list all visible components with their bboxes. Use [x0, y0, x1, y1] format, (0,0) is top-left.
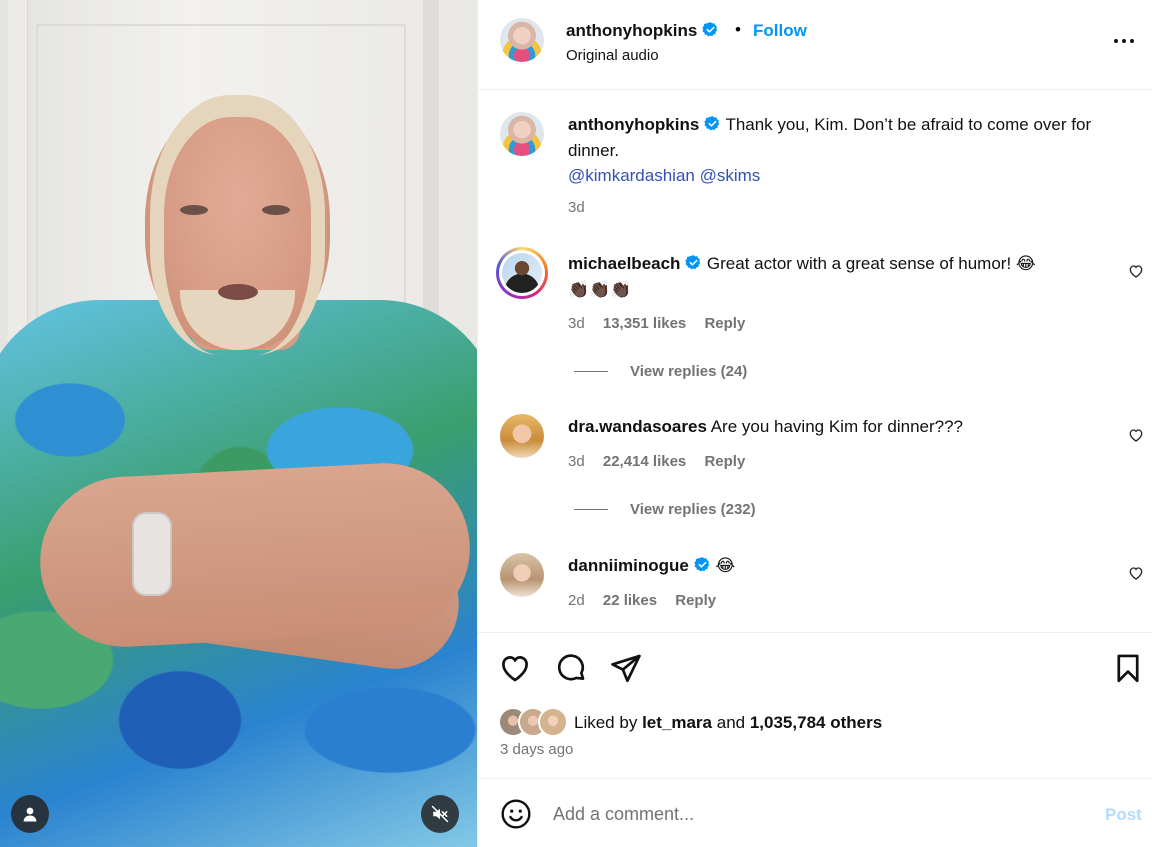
watch — [132, 512, 172, 596]
emoji-icon[interactable] — [500, 798, 532, 830]
comment-username[interactable]: danniiminogue — [568, 556, 689, 575]
comment-meta: 2d 22 likes Reply — [568, 592, 716, 609]
view-replies-label[interactable]: View replies (232) — [630, 501, 756, 518]
view-replies-button[interactable]: View replies (24) — [574, 363, 747, 380]
left-eye — [180, 205, 208, 215]
commenter-avatar[interactable] — [500, 414, 544, 458]
verified-badge-icon — [704, 116, 720, 131]
verified-badge-icon — [702, 22, 718, 37]
comment-time[interactable]: 3d — [568, 315, 585, 332]
share-paper-plane-icon[interactable] — [609, 651, 643, 685]
liked-by-others[interactable]: 1,035,784 others — [750, 713, 882, 732]
story-ring[interactable] — [496, 247, 548, 299]
reply-button[interactable]: Reply — [704, 453, 745, 470]
commenter-avatar[interactable] — [500, 553, 544, 597]
reply-button[interactable]: Reply — [675, 592, 716, 609]
comment: danniiminogue 😂 — [568, 553, 1108, 579]
comment: michaelbeach Great actor with a great se… — [568, 251, 1108, 303]
comment-meta: 3d 13,351 likes Reply — [568, 315, 745, 332]
caption-avatar[interactable] — [500, 112, 544, 156]
like-comment-heart-icon[interactable] — [1128, 565, 1144, 581]
like-heart-icon[interactable] — [498, 651, 532, 685]
comment-username[interactable]: dra.wandasoares — [568, 417, 707, 436]
comment-meta: 3d 22,414 likes Reply — [568, 453, 745, 470]
save-bookmark-icon[interactable] — [1111, 651, 1145, 685]
author-avatar[interactable] — [500, 18, 544, 62]
comment: dra.wandasoares Are you having Kim for d… — [568, 414, 1108, 440]
divider-line — [574, 509, 608, 510]
post-details-panel: anthonyhopkins • Follow Original audio a… — [477, 0, 1152, 847]
comment-bubble-icon[interactable] — [554, 651, 588, 685]
right-eye — [262, 205, 290, 215]
caption-time[interactable]: 3d — [568, 199, 585, 216]
view-replies-button[interactable]: View replies (232) — [574, 501, 756, 518]
speaker-muted-icon — [431, 805, 449, 823]
tagged-users-button[interactable] — [11, 795, 49, 833]
comment-time[interactable]: 3d — [568, 453, 585, 470]
liker-avatar[interactable] — [538, 707, 568, 737]
separator-dot: • — [735, 20, 741, 39]
user-icon — [23, 807, 37, 822]
mouth — [218, 284, 258, 300]
comment-composer: Post — [478, 778, 1152, 847]
liked-by-label: Liked by — [574, 713, 638, 732]
comment-text: Great actor with a great sense of humor!… — [706, 254, 1036, 273]
comment-likes[interactable]: 22 likes — [603, 592, 657, 609]
mute-button[interactable] — [421, 795, 459, 833]
more-options-icon[interactable] — [1114, 34, 1138, 48]
post-header: anthonyhopkins • Follow Original audio — [478, 0, 1152, 90]
comment-text-line2: 👏🏿👏🏿👏🏿 — [568, 280, 632, 299]
commenter-avatar — [502, 253, 542, 293]
verified-badge-icon — [685, 255, 701, 270]
follow-button[interactable]: Follow — [753, 21, 807, 41]
comment-input[interactable] — [553, 801, 1053, 827]
comment-time[interactable]: 2d — [568, 592, 585, 609]
comment-likes[interactable]: 13,351 likes — [603, 315, 686, 332]
comment-text: 😂 — [715, 556, 736, 575]
post-age[interactable]: 3 days ago — [500, 741, 573, 758]
reply-button[interactable]: Reply — [704, 315, 745, 332]
liked-by-and: and — [716, 713, 746, 732]
author-username[interactable]: anthonyhopkins — [566, 21, 719, 41]
liked-by-user[interactable]: let_mara — [642, 713, 712, 732]
audio-label[interactable]: Original audio — [566, 47, 659, 64]
caption-mentions[interactable]: @kimkardashian @skims — [568, 163, 760, 189]
view-replies-label[interactable]: View replies (24) — [630, 363, 747, 380]
post-button[interactable]: Post — [1105, 805, 1142, 825]
divider-line — [574, 371, 608, 372]
post-video[interactable] — [0, 0, 477, 847]
crossed-arms — [35, 458, 475, 652]
verified-badge-icon — [693, 557, 709, 572]
comment-text: Are you having Kim for dinner??? — [710, 417, 964, 436]
comment-username[interactable]: michaelbeach — [568, 254, 680, 273]
liked-by-summary[interactable]: Liked by let_mara and 1,035,784 others — [574, 713, 882, 733]
caption-username[interactable]: anthonyhopkins — [568, 115, 699, 134]
comment-likes[interactable]: 22,414 likes — [603, 453, 686, 470]
like-comment-heart-icon[interactable] — [1128, 263, 1144, 279]
like-comment-heart-icon[interactable] — [1128, 427, 1144, 443]
caption: anthonyhopkins Thank you, Kim. Don’t be … — [568, 112, 1128, 164]
post-actions: Liked by let_mara and 1,035,784 others 3… — [478, 632, 1152, 778]
